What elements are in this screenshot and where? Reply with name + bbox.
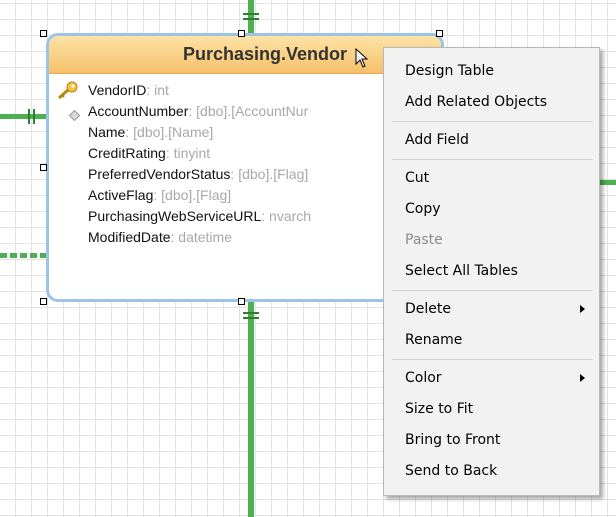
- field-type: : tinyint: [165, 145, 211, 161]
- connector-left-marker-2: [33, 109, 35, 124]
- menu-item-label: Add Field: [405, 132, 469, 148]
- connector-top-marker-2: [243, 18, 259, 20]
- field-type: : datetime: [170, 229, 232, 245]
- menu-item-label: Select All Tables: [405, 263, 518, 279]
- menu-item-send-to-back[interactable]: Send to Back: [384, 456, 599, 487]
- menu-item-add-field[interactable]: Add Field: [384, 125, 599, 156]
- menu-item-label: Delete: [405, 301, 451, 317]
- field-type: : int: [146, 82, 169, 98]
- menu-item-add-related-objects[interactable]: Add Related Objects: [384, 87, 599, 118]
- menu-item-label: Add Related Objects: [405, 94, 548, 110]
- menu-item-select-all-tables[interactable]: Select All Tables: [384, 256, 599, 287]
- menu-item-delete[interactable]: Delete: [384, 294, 599, 325]
- menu-separator: [392, 359, 593, 360]
- field-name: CreditRating: [88, 145, 166, 161]
- diagram-canvas[interactable]: Purchasing.Vendor VendorID: int AccountN…: [0, 0, 616, 517]
- menu-item-cut[interactable]: Cut: [384, 163, 599, 194]
- resize-handle-top-center[interactable]: [238, 30, 245, 37]
- field-name: PurchasingWebServiceURL: [88, 208, 262, 224]
- connector-bottom[interactable]: [248, 302, 254, 517]
- menu-item-label: Paste: [405, 232, 443, 248]
- field-type: : [dbo].[AccountNur: [188, 103, 309, 119]
- field-name: VendorID: [88, 82, 147, 98]
- connector-bottom-marker-2: [243, 317, 259, 319]
- connector-left-dashed[interactable]: [0, 253, 46, 258]
- connector-right[interactable]: [598, 180, 616, 185]
- menu-item-copy[interactable]: Copy: [384, 194, 599, 225]
- menu-item-rename[interactable]: Rename: [384, 325, 599, 356]
- field-type: : [dbo].[Flag]: [230, 166, 309, 182]
- menu-item-label: Rename: [405, 332, 463, 348]
- menu-item-label: Design Table: [405, 63, 494, 79]
- menu-item-size-to-fit[interactable]: Size to Fit: [384, 394, 599, 425]
- connector-bottom-marker: [243, 312, 259, 314]
- field-name: Name: [88, 124, 126, 140]
- menu-item-bring-to-front[interactable]: Bring to Front: [384, 425, 599, 456]
- menu-item-label: Copy: [405, 201, 441, 217]
- field-name: ModifiedDate: [88, 229, 171, 245]
- field-name: ActiveFlag: [88, 187, 154, 203]
- field-name: PreferredVendorStatus: [88, 166, 231, 182]
- menu-separator: [392, 121, 593, 122]
- connector-left[interactable]: [0, 114, 46, 119]
- field-type: : [dbo].[Name]: [125, 124, 214, 140]
- resize-handle-top-left[interactable]: [40, 30, 47, 37]
- entity-title: Purchasing.Vendor: [182, 44, 348, 64]
- connector-left-marker: [28, 109, 30, 124]
- resize-handle-top-right[interactable]: [436, 30, 443, 37]
- resize-handle-bottom-center[interactable]: [238, 298, 245, 305]
- resize-handle-bottom-left[interactable]: [40, 298, 47, 305]
- resize-handle-middle-left[interactable]: [40, 164, 47, 171]
- menu-item-label: Cut: [405, 170, 430, 186]
- menu-item-label: Size to Fit: [405, 401, 474, 417]
- menu-item-label: Color: [405, 370, 442, 386]
- menu-item-label: Send to Back: [405, 463, 498, 479]
- menu-separator: [392, 159, 593, 160]
- submenu-arrow-icon: [580, 305, 585, 313]
- context-menu: Design Table Add Related Objects Add Fie…: [383, 47, 600, 496]
- menu-item-color[interactable]: Color: [384, 363, 599, 394]
- cursor-arrow-icon: [355, 47, 369, 72]
- menu-item-paste[interactable]: Paste: [384, 225, 599, 256]
- field-type: : nvarch: [261, 208, 312, 224]
- field-name: AccountNumber: [88, 103, 189, 119]
- menu-separator: [392, 290, 593, 291]
- menu-item-label: Bring to Front: [405, 432, 501, 448]
- menu-item-design-table[interactable]: Design Table: [384, 56, 599, 87]
- field-type: : [dbo].[Flag]: [153, 187, 232, 203]
- submenu-arrow-icon: [580, 374, 585, 382]
- connector-top-marker: [243, 13, 259, 15]
